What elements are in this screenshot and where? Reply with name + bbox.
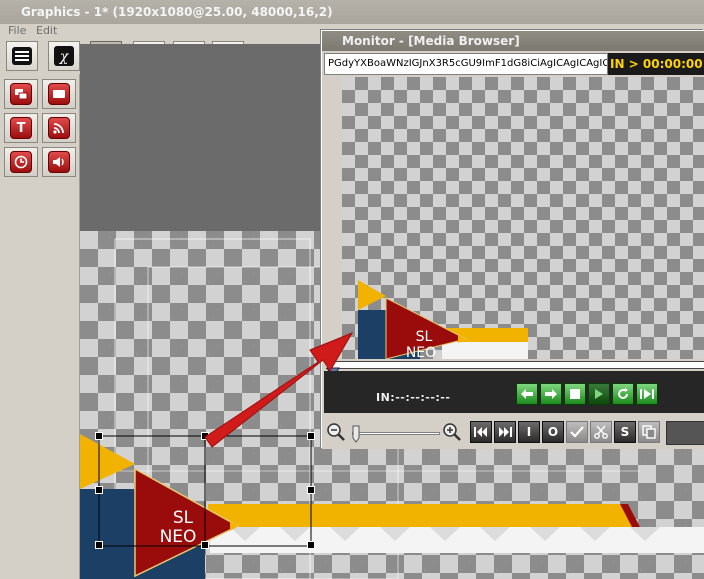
monitor-timecode: IN > 00:00:00:00: [610, 57, 704, 71]
window-title: Graphics - 1* (1920x1080@25.00, 48000,16…: [21, 5, 333, 19]
audio-icon: [53, 157, 64, 167]
text-icon: T: [16, 120, 26, 136]
apply-icon: [570, 426, 584, 438]
zoom-in-icon[interactable]: [442, 422, 462, 442]
list-button[interactable]: [6, 41, 38, 71]
svg-text:χ: χ: [59, 49, 70, 65]
resize-handle-bottom[interactable]: [201, 541, 209, 549]
resize-handle-top-left[interactable]: [95, 432, 103, 440]
play-button[interactable]: [588, 383, 610, 405]
monitor-preview: SL NEO: [342, 77, 704, 359]
menu-edit[interactable]: Edit: [36, 24, 57, 37]
loop-icon: [618, 388, 628, 399]
layers-button[interactable]: [4, 79, 38, 109]
zoom-slider-thumb[interactable]: [352, 425, 360, 443]
layers-icon: [15, 89, 28, 100]
go-to-start-icon: [521, 389, 533, 399]
monitor-title: Monitor - [Media Browser]: [342, 34, 520, 48]
graphic-yellow-band: [208, 504, 640, 527]
monitor-window: Monitor - [Media Browser] PGdyYXBoaWNzIG…: [321, 30, 704, 449]
play-icon: [595, 389, 603, 399]
formula-icon: χ: [54, 46, 74, 66]
go-to-end-button[interactable]: [540, 383, 562, 405]
rss-icon: [53, 123, 64, 134]
graphic-text-neo: NEO: [160, 527, 197, 547]
zoom-out-icon[interactable]: [326, 422, 346, 442]
cut-icon: [594, 425, 608, 439]
previous-frame-icon: [474, 427, 487, 437]
resize-handle-right[interactable]: [307, 486, 315, 494]
monitor-in-point: IN:--:--:--:--: [376, 391, 451, 404]
graphic-text-sl: SL: [173, 508, 194, 528]
cut-button[interactable]: [590, 421, 612, 443]
monitor-source-field[interactable]: PGdyYXBoaWNzIGJnX3R5cGU9ImF1dG8iCiAgICAg…: [324, 53, 608, 75]
mark-in-icon: I: [526, 425, 532, 439]
preview-graphic: SL NEO: [358, 280, 528, 359]
rss-button[interactable]: [42, 113, 76, 143]
monitor-title-bar[interactable]: Monitor - [Media Browser]: [322, 31, 704, 51]
zoom-slider[interactable]: [352, 432, 440, 435]
play-selection-icon: [640, 389, 654, 399]
clock-button[interactable]: [4, 147, 38, 177]
preview-text-sl: SL: [416, 329, 433, 345]
stop-button[interactable]: [564, 383, 586, 405]
copy-button[interactable]: [638, 421, 660, 443]
resize-handle-bottom-right[interactable]: [307, 541, 315, 549]
formula-button[interactable]: χ: [48, 41, 80, 71]
monitor-timeline[interactable]: [326, 361, 704, 369]
loop-button[interactable]: [612, 383, 634, 405]
snapshot-icon: S: [620, 425, 630, 439]
apply-button[interactable]: [566, 421, 588, 443]
snapshot-button[interactable]: S: [614, 421, 636, 443]
tool-overflow: [666, 421, 704, 445]
clock-icon: [14, 155, 28, 169]
resize-handle-left[interactable]: [95, 486, 103, 494]
graphic-white-band: [210, 527, 704, 553]
graphic-yellow-triangle: [80, 434, 135, 489]
go-to-end-icon: [545, 389, 557, 399]
previous-frame-button[interactable]: [470, 421, 492, 443]
next-frame-button[interactable]: [494, 421, 516, 443]
copy-icon: [642, 425, 656, 439]
menu-file[interactable]: File: [8, 24, 26, 37]
mark-out-icon: O: [547, 425, 559, 439]
resize-handle-top-right[interactable]: [307, 432, 315, 440]
stop-icon: [570, 389, 580, 399]
mark-out-button[interactable]: O: [542, 421, 564, 443]
rectangle-button[interactable]: [42, 79, 76, 109]
title-bar: Graphics - 1* (1920x1080@25.00, 48000,16…: [0, 0, 704, 24]
resize-handle-bottom-left[interactable]: [95, 541, 103, 549]
audio-button[interactable]: [42, 147, 76, 177]
text-button[interactable]: T: [4, 113, 38, 143]
resize-handle-top[interactable]: [201, 432, 209, 440]
play-selection-button[interactable]: [636, 383, 658, 405]
preview-text-neo: NEO: [406, 345, 436, 359]
monitor-tools: I O S: [322, 419, 704, 449]
go-to-start-button[interactable]: [516, 383, 538, 405]
list-icon: [12, 47, 32, 65]
mark-in-button[interactable]: I: [518, 421, 540, 443]
graphic-navy-bar: [80, 489, 135, 579]
next-frame-icon: [499, 427, 512, 437]
rectangle-icon: [53, 90, 65, 98]
